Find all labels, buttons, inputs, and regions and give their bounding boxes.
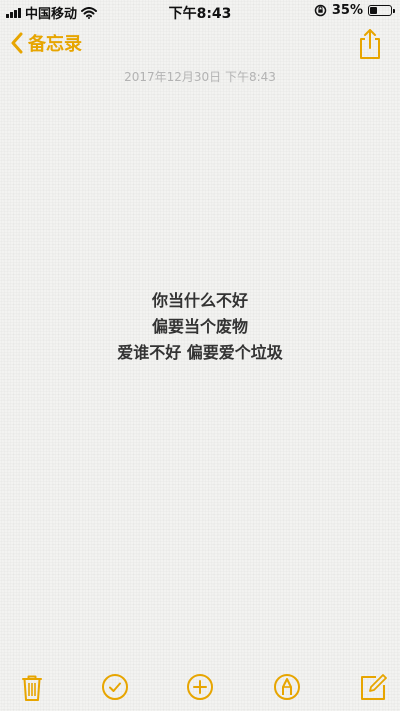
back-label: 备忘录: [28, 34, 82, 55]
add-icon: [187, 674, 213, 700]
share-icon: [360, 29, 380, 59]
battery-percentage: 35%: [331, 3, 363, 18]
markup-icon: [274, 674, 300, 700]
status-right: 35%: [314, 3, 395, 18]
status-bar: 中国移动 下午8:43 35%: [0, 0, 400, 22]
note-timestamp: 2017年12月30日 下午8:43: [124, 70, 276, 84]
orientation-lock-icon: [314, 4, 327, 17]
add-button[interactable]: [185, 672, 215, 702]
back-button[interactable]: 备忘录: [10, 30, 82, 56]
compose-button[interactable]: [358, 672, 388, 702]
battery-level: [370, 7, 377, 14]
note-line: 偏要当个废物: [151, 317, 248, 336]
note-line: 爱谁不好 偏要爱个垃圾: [117, 343, 283, 362]
chevron-left-icon: [11, 32, 23, 54]
bottom-toolbar: [0, 672, 400, 702]
compose-icon: [361, 674, 387, 700]
trash-icon: [22, 675, 42, 701]
note-line: 你当什么不好: [151, 291, 248, 310]
share-button[interactable]: [356, 28, 384, 60]
checklist-icon: [102, 674, 128, 700]
checklist-button[interactable]: [100, 672, 130, 702]
markup-button[interactable]: [272, 672, 302, 702]
battery-icon: [368, 5, 395, 16]
note-body[interactable]: 你当什么不好 偏要当个废物 爱谁不好 偏要爱个垃圾: [0, 288, 400, 366]
delete-button[interactable]: [17, 672, 47, 702]
